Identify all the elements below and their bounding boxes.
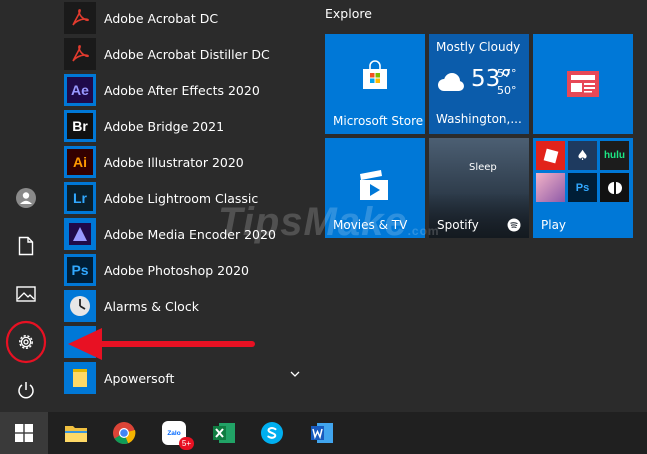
hulu-icon: hulu (600, 141, 629, 170)
spotify-sleep-text: Sleep (469, 162, 497, 173)
tile-microsoft-store[interactable]: Microsoft Store (325, 34, 425, 134)
weather-high: 57° (497, 67, 517, 80)
illustrator-icon: Ai (67, 149, 93, 175)
tile-spotify[interactable]: Sleep Spotify (429, 138, 529, 238)
taskbar-chrome[interactable] (100, 412, 148, 454)
spotify-logo-icon (507, 218, 521, 232)
start-rail (0, 0, 52, 412)
roblox-icon (536, 141, 565, 170)
chrome-icon (113, 422, 136, 445)
photoshop-express-icon: Ps (575, 181, 590, 194)
lightroom-icon: Lr (67, 185, 93, 211)
user-icon (16, 188, 36, 208)
store-bag-icon (363, 60, 387, 89)
documents-button[interactable] (4, 224, 48, 268)
after-effects-icon: Ae (67, 77, 93, 103)
taskbar: Zalo 5+ (0, 412, 647, 454)
weather-city: Washington,... (436, 112, 522, 126)
app-item-bridge[interactable]: Br Adobe Bridge 2021 (64, 108, 310, 144)
taskbar-word[interactable] (298, 412, 346, 454)
app-item-apowersoft[interactable]: Apowersoft (64, 360, 310, 396)
dolby-icon (600, 173, 629, 202)
acrobat-icon (64, 2, 96, 34)
app-item-alarms-clock[interactable]: Alarms & Clock (64, 288, 310, 324)
picture-icon (16, 286, 36, 302)
taskbar-skype[interactable] (248, 412, 296, 454)
notification-badge: 5+ (178, 437, 194, 450)
weather-low: 50° (497, 84, 517, 97)
solitaire-icon: ♠ (568, 141, 597, 170)
explore-group-title: Explore (325, 6, 372, 21)
excel-icon (213, 423, 235, 443)
power-button[interactable] (4, 368, 48, 412)
document-icon (18, 236, 34, 256)
user-account-button[interactable] (4, 176, 48, 220)
tile-play[interactable]: ♠ hulu Ps Play (533, 138, 633, 238)
taskbar-zalo[interactable]: Zalo 5+ (150, 412, 198, 454)
app-item-acrobat-distiller[interactable]: Adobe Acrobat Distiller DC (64, 36, 310, 72)
red-arrow-annotation (68, 328, 255, 360)
app-item-illustrator[interactable]: Ai Adobe Illustrator 2020 (64, 144, 310, 180)
photoshop-icon: Ps (67, 257, 93, 283)
game-character-icon (536, 173, 565, 202)
media-encoder-icon (64, 218, 96, 250)
tile-weather[interactable]: Mostly Cloudy 53° 57° 50° Washington,... (429, 34, 529, 134)
acrobat-distiller-icon (64, 38, 96, 70)
taskbar-file-explorer[interactable] (52, 412, 100, 454)
power-icon (18, 382, 34, 399)
skype-icon (261, 422, 283, 444)
taskbar-excel[interactable] (200, 412, 248, 454)
start-button[interactable] (0, 412, 48, 454)
bridge-icon: Br (67, 113, 93, 139)
app-item-acrobat-dc[interactable]: Adobe Acrobat DC (64, 0, 310, 36)
cloud-icon (438, 73, 464, 91)
pictures-button[interactable] (4, 272, 48, 316)
chevron-down-icon[interactable] (290, 370, 300, 378)
zalo-icon: Zalo 5+ (162, 421, 194, 450)
folder-icon (64, 362, 96, 394)
app-item-after-effects[interactable]: Ae Adobe After Effects 2020 (64, 72, 310, 108)
folder-icon (65, 426, 87, 442)
weather-condition: Mostly Cloudy (436, 40, 521, 54)
word-icon (311, 423, 333, 443)
tile-news[interactable] (533, 34, 633, 134)
film-play-icon (360, 170, 388, 200)
news-icon (567, 71, 599, 97)
app-item-photoshop[interactable]: Ps Adobe Photoshop 2020 (64, 252, 310, 288)
clock-icon (64, 290, 96, 322)
windows-logo-icon (15, 424, 33, 442)
watermark: TipsMake.com (218, 200, 440, 244)
highlight-circle (5, 320, 47, 364)
